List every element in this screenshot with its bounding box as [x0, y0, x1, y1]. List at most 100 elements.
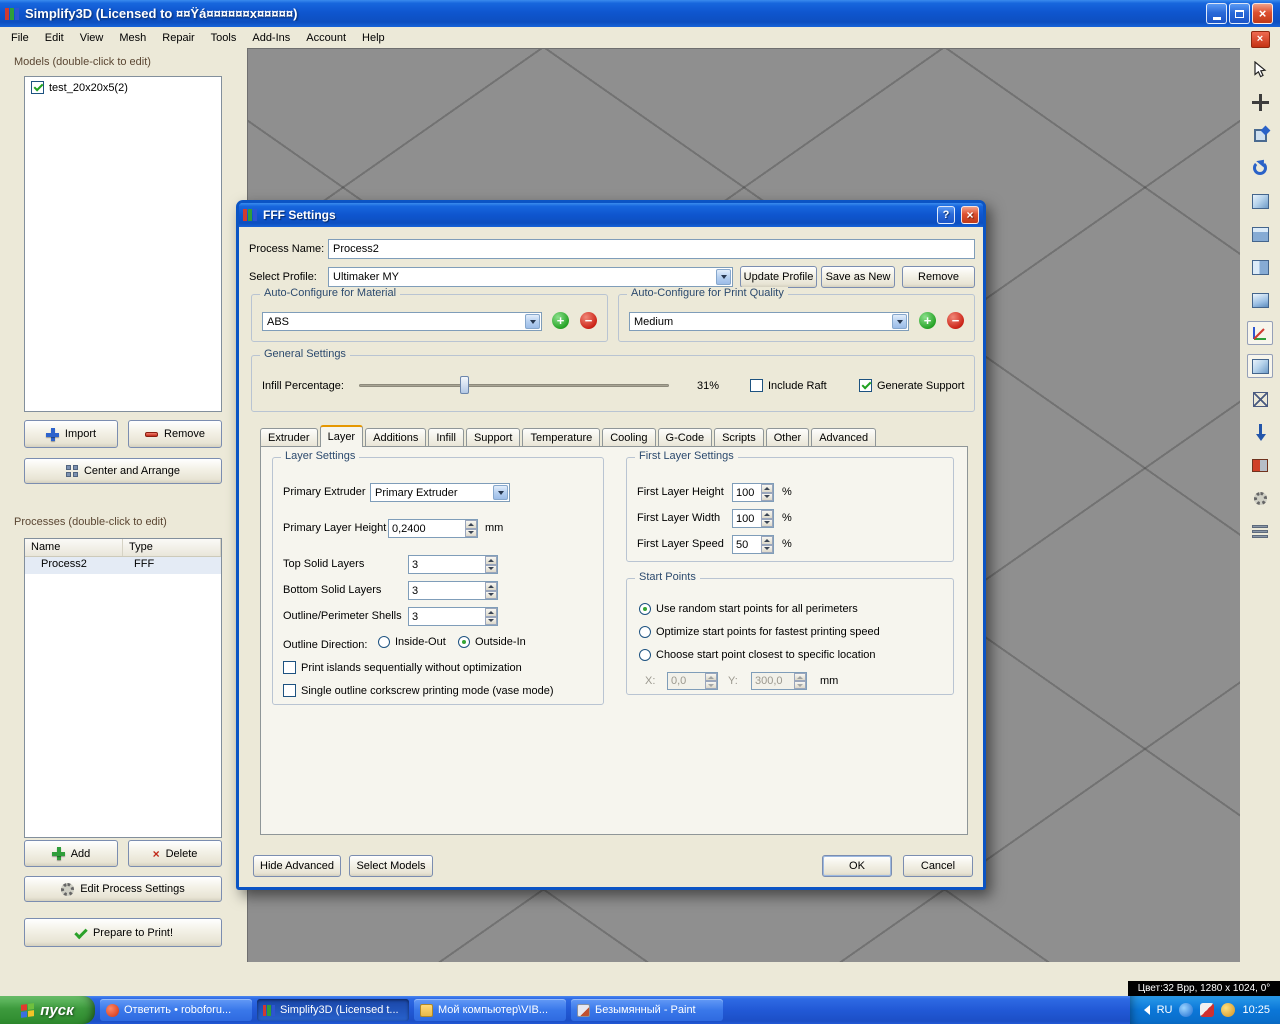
first-layer-width-spinner[interactable]: 100: [732, 509, 774, 528]
include-raft-checkbox[interactable]: [750, 379, 763, 392]
tab-infill[interactable]: Infill: [428, 428, 464, 447]
column-name[interactable]: Name: [25, 539, 123, 556]
remove-profile-button[interactable]: Remove: [902, 266, 975, 288]
edit-process-settings-button[interactable]: Edit Process Settings: [24, 876, 222, 902]
quality-dropdown[interactable]: Medium: [629, 312, 909, 331]
menu-addins[interactable]: Add-Ins: [244, 29, 298, 47]
vase-mode-checkbox[interactable]: [283, 684, 296, 697]
models-list[interactable]: test_20x20x5(2): [24, 76, 222, 412]
scale-tool-icon[interactable]: [1247, 123, 1273, 147]
restore-button[interactable]: [1229, 3, 1250, 24]
delete-process-button[interactable]: × Delete: [128, 840, 222, 867]
taskbar-item-paint[interactable]: Безымянный - Paint: [571, 999, 723, 1021]
material-dropdown[interactable]: ABS: [262, 312, 542, 331]
random-start-option[interactable]: Use random start points for all perimete…: [639, 603, 858, 615]
random-start-radio[interactable]: [639, 603, 651, 615]
layer-height-spinner[interactable]: 0,2400: [388, 519, 478, 538]
rotate-tool-icon[interactable]: [1247, 156, 1273, 180]
tab-other[interactable]: Other: [766, 428, 810, 447]
process-name-input[interactable]: [328, 239, 975, 259]
layer-preview-icon[interactable]: [1247, 519, 1273, 543]
plumb-line-icon[interactable]: [1247, 420, 1273, 444]
spinner-arrows-icon[interactable]: [761, 536, 773, 553]
remove-quality-icon[interactable]: −: [947, 312, 964, 329]
save-as-new-button[interactable]: Save as New: [821, 266, 895, 288]
ok-button[interactable]: OK: [822, 855, 892, 877]
model-list-item[interactable]: test_20x20x5(2): [25, 77, 221, 94]
dialog-close-button[interactable]: ×: [961, 206, 979, 224]
spinner-arrows-icon[interactable]: [485, 608, 497, 625]
close-view-icon[interactable]: ×: [1251, 31, 1270, 48]
hide-advanced-button[interactable]: Hide Advanced: [253, 855, 341, 877]
closest-start-radio[interactable]: [639, 649, 651, 661]
update-profile-button[interactable]: Update Profile: [740, 266, 817, 288]
tab-temperature[interactable]: Temperature: [522, 428, 600, 447]
menu-edit[interactable]: Edit: [37, 29, 72, 47]
generate-support-option[interactable]: Generate Support: [859, 379, 964, 392]
add-quality-icon[interactable]: +: [919, 312, 936, 329]
print-islands-checkbox[interactable]: [283, 661, 296, 674]
spinner-arrows-icon[interactable]: [485, 582, 497, 599]
first-layer-height-spinner[interactable]: 100: [732, 483, 774, 502]
menu-view[interactable]: View: [72, 29, 112, 47]
menu-repair[interactable]: Repair: [154, 29, 202, 47]
tab-extruder[interactable]: Extruder: [260, 428, 318, 447]
machine-settings-gear-icon[interactable]: [1247, 486, 1273, 510]
pointer-tool-icon[interactable]: [1247, 57, 1273, 81]
inside-out-option[interactable]: Inside-Out: [378, 636, 446, 648]
tray-language-bar-icon[interactable]: [1179, 1003, 1193, 1017]
outside-in-option[interactable]: Outside-In: [458, 636, 526, 648]
optimize-start-radio[interactable]: [639, 626, 651, 638]
column-type[interactable]: Type: [123, 539, 221, 556]
slider-thumb[interactable]: [460, 376, 469, 394]
tab-cooling[interactable]: Cooling: [602, 428, 655, 447]
taskbar-clock[interactable]: 10:25: [1242, 1004, 1270, 1016]
start-x-spinner[interactable]: 0,0: [667, 672, 718, 690]
tray-update-icon[interactable]: [1221, 1003, 1235, 1017]
wireframe-view-icon[interactable]: [1247, 387, 1273, 411]
add-process-button[interactable]: Add: [24, 840, 118, 867]
spinner-arrows-icon[interactable]: [485, 556, 497, 573]
coordinate-axes-icon[interactable]: [1247, 321, 1273, 345]
shaded-view-icon[interactable]: [1247, 354, 1273, 378]
tab-layer[interactable]: Layer: [320, 425, 364, 447]
include-raft-option[interactable]: Include Raft: [750, 379, 827, 392]
center-arrange-button[interactable]: Center and Arrange: [24, 458, 222, 484]
tab-scripts[interactable]: Scripts: [714, 428, 764, 447]
language-indicator[interactable]: RU: [1157, 1004, 1173, 1016]
shells-spinner[interactable]: 3: [408, 607, 498, 626]
infill-slider[interactable]: [359, 376, 669, 394]
spinner-arrows-icon[interactable]: [465, 520, 477, 537]
model-visibility-checkbox[interactable]: [31, 81, 44, 94]
process-row[interactable]: Process2 FFF: [25, 557, 221, 574]
primary-extruder-dropdown[interactable]: Primary Extruder: [370, 483, 510, 502]
start-button[interactable]: пуск: [0, 996, 95, 1024]
tab-support[interactable]: Support: [466, 428, 521, 447]
generate-support-checkbox[interactable]: [859, 379, 872, 392]
menu-file[interactable]: File: [3, 29, 37, 47]
tray-app-icon[interactable]: [1200, 1003, 1214, 1017]
cross-section-tool-icon[interactable]: [1247, 453, 1273, 477]
view-front-icon[interactable]: [1247, 222, 1273, 246]
prepare-to-print-button[interactable]: Prepare to Print!: [24, 918, 222, 947]
profile-dropdown[interactable]: Ultimaker MY: [328, 267, 733, 287]
tray-collapse-icon[interactable]: [1144, 1005, 1150, 1015]
add-material-icon[interactable]: +: [552, 312, 569, 329]
menu-account[interactable]: Account: [298, 29, 354, 47]
vase-mode-option[interactable]: Single outline corkscrew printing mode (…: [283, 684, 554, 697]
dialog-help-button[interactable]: ?: [937, 206, 955, 224]
spinner-arrows-icon[interactable]: [761, 484, 773, 501]
print-islands-option[interactable]: Print islands sequentially without optim…: [283, 661, 522, 674]
move-tool-icon[interactable]: [1247, 90, 1273, 114]
taskbar-item-explorer[interactable]: Мой компьютер\VIB...: [414, 999, 566, 1021]
taskbar-item-simplify3d[interactable]: Simplify3D (Licensed t...: [257, 999, 409, 1021]
top-solid-spinner[interactable]: 3: [408, 555, 498, 574]
cancel-button[interactable]: Cancel: [903, 855, 973, 877]
bottom-solid-spinner[interactable]: 3: [408, 581, 498, 600]
remove-model-button[interactable]: Remove: [128, 420, 222, 448]
tab-additions[interactable]: Additions: [365, 428, 426, 447]
processes-table[interactable]: Name Type Process2 FFF: [24, 538, 222, 838]
import-button[interactable]: Import: [24, 420, 118, 448]
optimize-start-option[interactable]: Optimize start points for fastest printi…: [639, 626, 880, 638]
close-button[interactable]: ×: [1252, 3, 1273, 24]
